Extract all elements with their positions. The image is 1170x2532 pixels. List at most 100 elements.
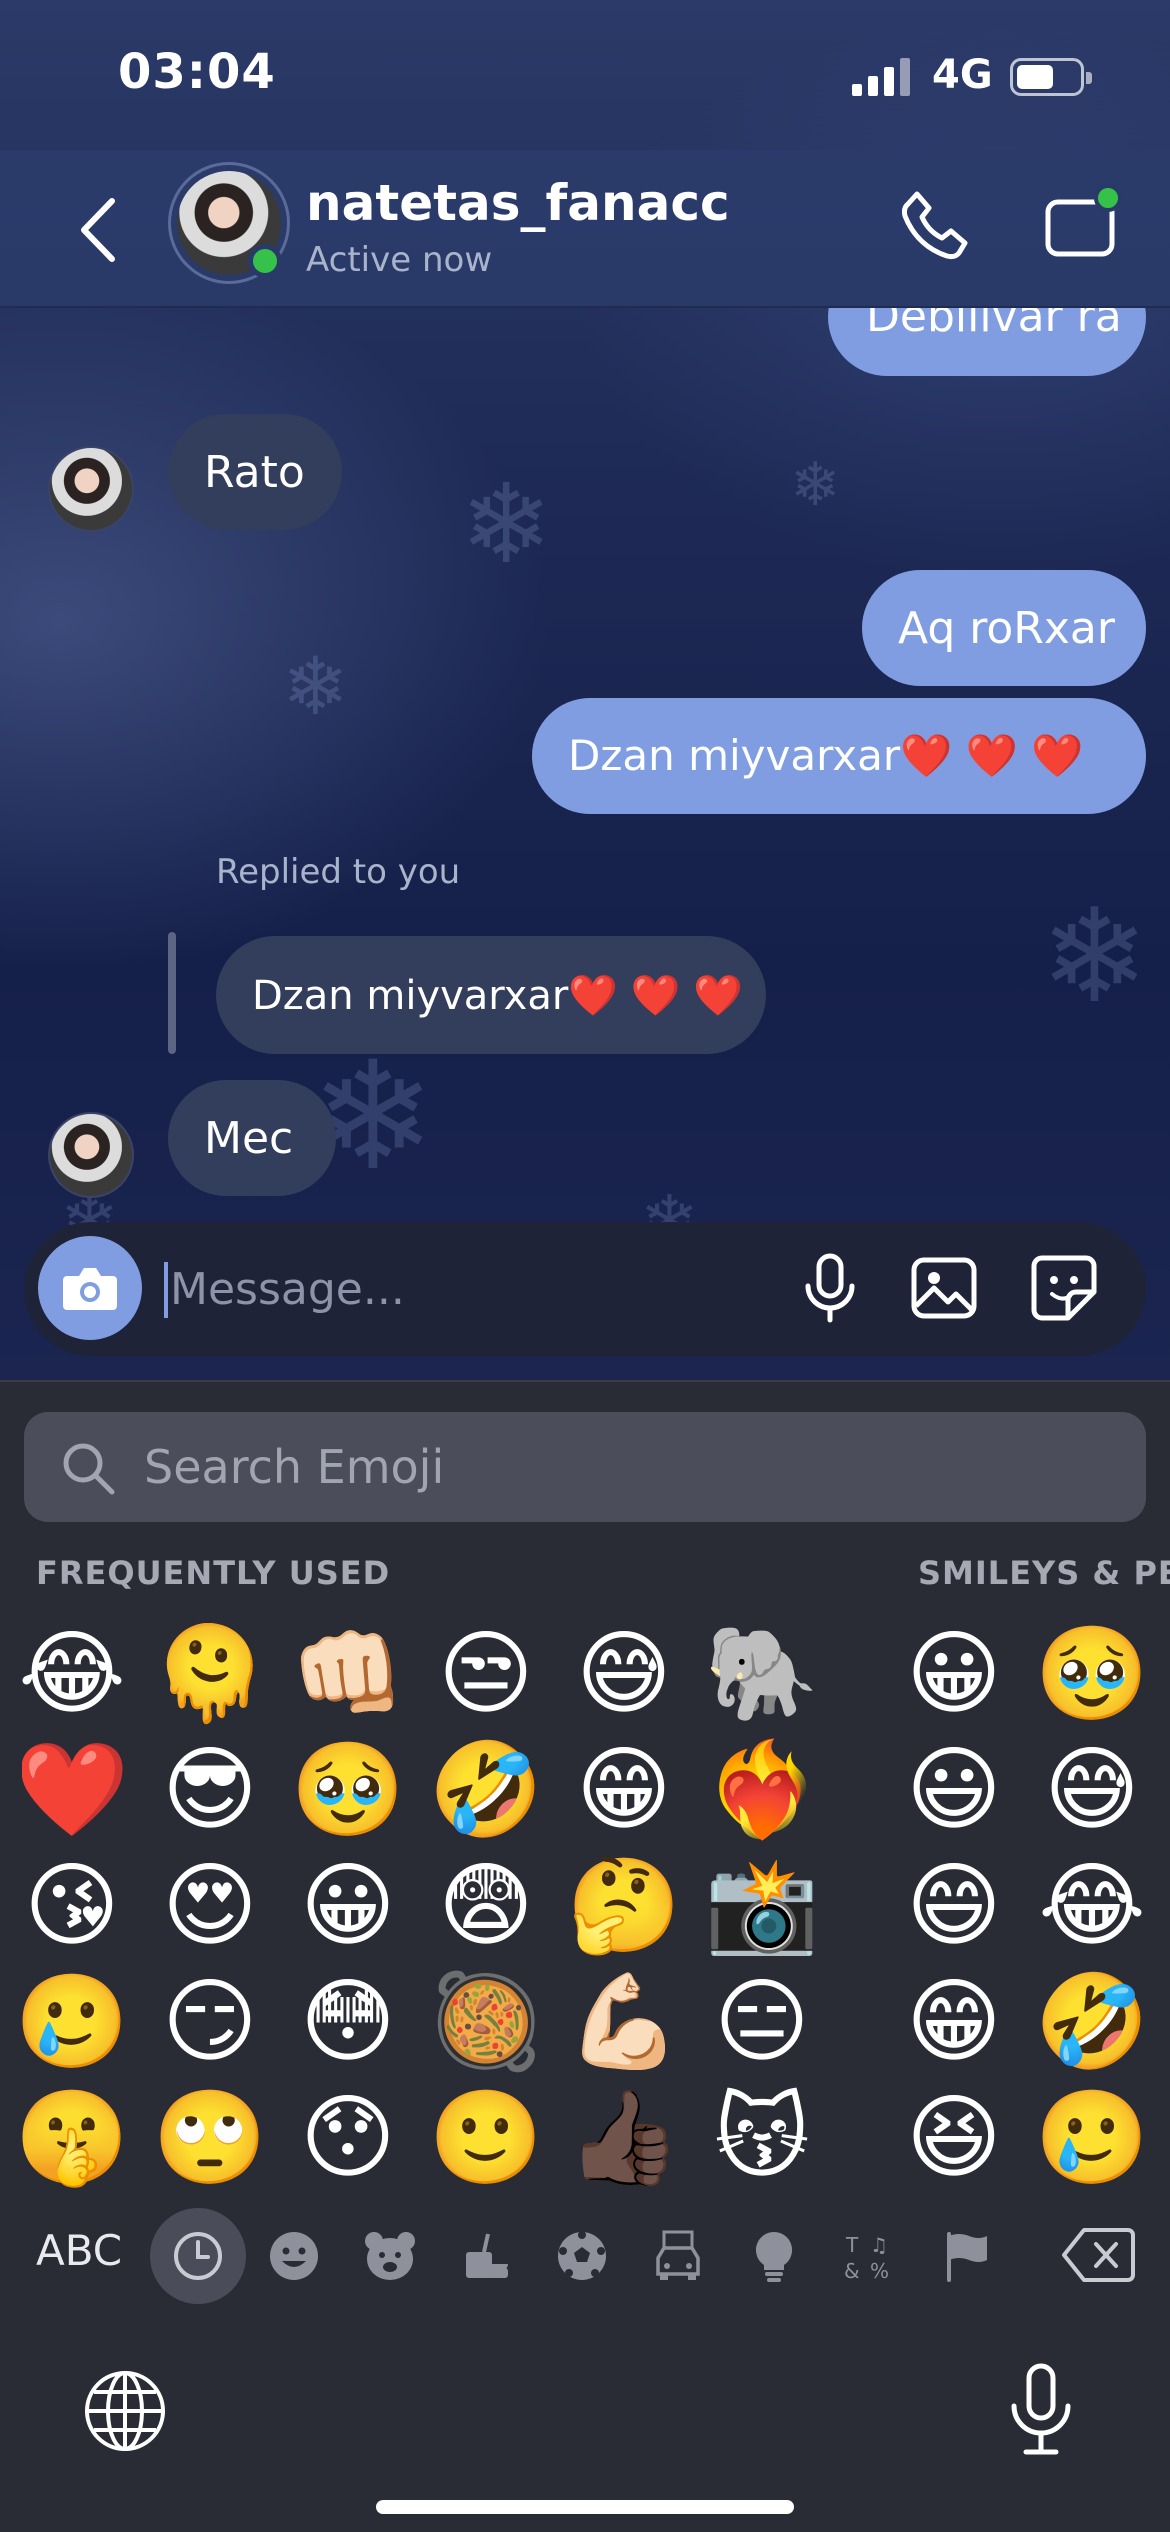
audio-call-button[interactable] [895, 186, 975, 266]
emoji-key[interactable]: 🥹 [1022, 1616, 1162, 1732]
category-smileys[interactable] [246, 2208, 342, 2304]
car-icon [656, 2230, 700, 2280]
emoji-search-field [24, 1412, 1146, 1522]
contact-avatar-small[interactable] [48, 446, 134, 532]
emoji-key[interactable]: 😳 [278, 1964, 418, 2080]
battery-icon [1010, 58, 1092, 96]
category-activity[interactable] [534, 2208, 630, 2304]
emoji-category-bar: ABC T ♫ & % [0, 2200, 1170, 2310]
message-bubble-incoming[interactable]: Mec [168, 1080, 336, 1196]
dictation-button[interactable] [1006, 2362, 1076, 2458]
message-bubble-outgoing[interactable]: Aq roRxar [862, 570, 1146, 686]
emoji-key[interactable]: 🫠 [140, 1616, 280, 1732]
emoji-key[interactable]: 😃 [884, 1732, 1024, 1848]
emoji-key[interactable]: ❤️ [22, 1732, 142, 1848]
emoji-key[interactable]: 👍🏿 [554, 2080, 694, 2196]
category-objects[interactable] [726, 2208, 822, 2304]
category-animals[interactable] [342, 2208, 438, 2304]
emoji-key[interactable]: ❤️‍🔥 [692, 1732, 832, 1848]
snowflake-decoration: ❄ [790, 450, 841, 520]
emoji-key[interactable]: 😍 [140, 1848, 280, 1964]
emoji-key[interactable]: 🤔 [554, 1848, 694, 1964]
message-bubble-incoming-reply[interactable]: Dzan miyvarxar❤️ ❤️ ❤️ [216, 936, 766, 1054]
snowflake-decoration: ❄ [1040, 880, 1149, 1032]
contact-avatar-small[interactable] [48, 1112, 134, 1198]
snowflake-decoration: ❄ [282, 640, 350, 733]
emoji-key[interactable]: 😀 [278, 1848, 418, 1964]
message-bubble-incoming[interactable]: Rato [168, 414, 342, 530]
message-bubble-outgoing[interactable]: Dzan miyvarxar❤️ ❤️ ❤️ [532, 698, 1146, 814]
chevron-left-icon [81, 198, 115, 262]
emoji-key[interactable]: 😂 [22, 1616, 142, 1732]
contact-name[interactable]: natetas_fanacc [306, 174, 730, 232]
symbols-icon: T ♫ & % [844, 2233, 889, 2283]
message-text: Dzan miyvarxar❤️ ❤️ ❤️ [252, 972, 744, 1019]
contact-status: Active now [306, 240, 493, 280]
emoji-key[interactable]: 🙄 [140, 2080, 280, 2196]
emoji-keyboard: FREQUENTLY USED SMILEYS & PE 😂🫠👊🏻😒😅🐘❤️😎🥹… [0, 1380, 1170, 2532]
emoji-key[interactable]: 😁 [554, 1732, 694, 1848]
smiley-icon [270, 2232, 318, 2280]
emoji-key[interactable]: 😀 [884, 1616, 1024, 1732]
microphone-icon [1011, 2363, 1071, 2455]
emoji-key[interactable]: 🥹 [278, 1732, 418, 1848]
sticker-button[interactable] [1024, 1248, 1104, 1328]
bear-icon [365, 2232, 415, 2280]
text-caret [164, 1262, 168, 1318]
category-recent[interactable] [150, 2208, 246, 2304]
network-type: 4G [932, 52, 993, 98]
emoji-key[interactable]: 😒 [416, 1616, 556, 1732]
emoji-key[interactable]: 😅 [554, 1616, 694, 1732]
category-symbols[interactable]: T ♫ & % [822, 2208, 918, 2304]
home-indicator[interactable] [376, 2500, 794, 2514]
category-travel[interactable] [630, 2208, 726, 2304]
message-text: Aq roRxar [898, 602, 1115, 654]
emoji-key[interactable]: 😯 [278, 2080, 418, 2196]
section-label-frequent: FREQUENTLY USED [36, 1554, 391, 1592]
emoji-key[interactable]: 😘 [22, 1848, 142, 1964]
globe-button[interactable] [82, 2368, 168, 2454]
emoji-key[interactable]: 😂 [1022, 1848, 1162, 1964]
emoji-key[interactable]: 😅 [1022, 1732, 1162, 1848]
delete-icon [1062, 2228, 1135, 2282]
lightbulb-icon [755, 2232, 793, 2282]
emoji-key[interactable]: 🥲 [1022, 2080, 1162, 2196]
emoji-key[interactable]: 😆 [884, 2080, 1024, 2196]
microphone-button[interactable] [790, 1248, 870, 1328]
category-flags[interactable] [918, 2208, 1014, 2304]
message-text: Rato [204, 446, 305, 498]
message-text: Mec [204, 1112, 294, 1164]
emoji-key[interactable]: 🤣 [1022, 1964, 1162, 2080]
camera-button[interactable] [38, 1236, 142, 1340]
emoji-key[interactable]: 💪🏻 [554, 1964, 694, 2080]
message-composer [24, 1222, 1146, 1356]
back-button[interactable] [68, 190, 128, 270]
emoji-search-input[interactable] [144, 1430, 1044, 1504]
emoji-grid: 😂 🫠 👊🏻 😒 😅 🐘 ❤️ 😎 🥹 🤣 😁 ❤️‍🔥 😘 😍 😀 😨 🤔 📸 🥲 😏 😳 🥘 💪🏻 😑 🤫 🙄 😯 🙂 👍🏿 😽 😀 🥹 😃… [22, 1616, 1170, 2196]
emoji-key[interactable]: 🙂 [416, 2080, 556, 2196]
emoji-key[interactable]: 😏 [140, 1964, 280, 2080]
emoji-key[interactable]: 🥘 [416, 1964, 556, 2080]
emoji-key[interactable]: 📸 [692, 1848, 832, 1964]
emoji-key[interactable]: 😁 [884, 1964, 1024, 2080]
sticker-icon [1031, 1255, 1097, 1321]
emoji-key[interactable]: 🥲 [22, 1964, 142, 2080]
category-food[interactable] [438, 2208, 534, 2304]
section-label-smileys: SMILEYS & PE [918, 1554, 1170, 1592]
emoji-key[interactable]: 😄 [884, 1848, 1024, 1964]
abc-button[interactable]: ABC [36, 2226, 122, 2275]
delete-button[interactable] [1060, 2224, 1136, 2286]
message-input[interactable] [170, 1252, 770, 1326]
emoji-key[interactable]: 🤣 [416, 1732, 556, 1848]
emoji-key[interactable]: 😎 [140, 1732, 280, 1848]
emoji-key[interactable]: 😽 [692, 2080, 832, 2196]
emoji-key[interactable]: 😑 [692, 1964, 832, 2080]
soccer-ball-icon [558, 2231, 606, 2280]
emoji-key[interactable]: 🤫 [22, 2080, 142, 2196]
emoji-key[interactable]: 😨 [416, 1848, 556, 1964]
gallery-button[interactable] [904, 1248, 984, 1328]
emoji-key[interactable]: 👊🏻 [278, 1616, 418, 1732]
food-icon [466, 2233, 508, 2278]
camera-icon [63, 1268, 117, 1310]
emoji-key[interactable]: 🐘 [692, 1616, 832, 1732]
